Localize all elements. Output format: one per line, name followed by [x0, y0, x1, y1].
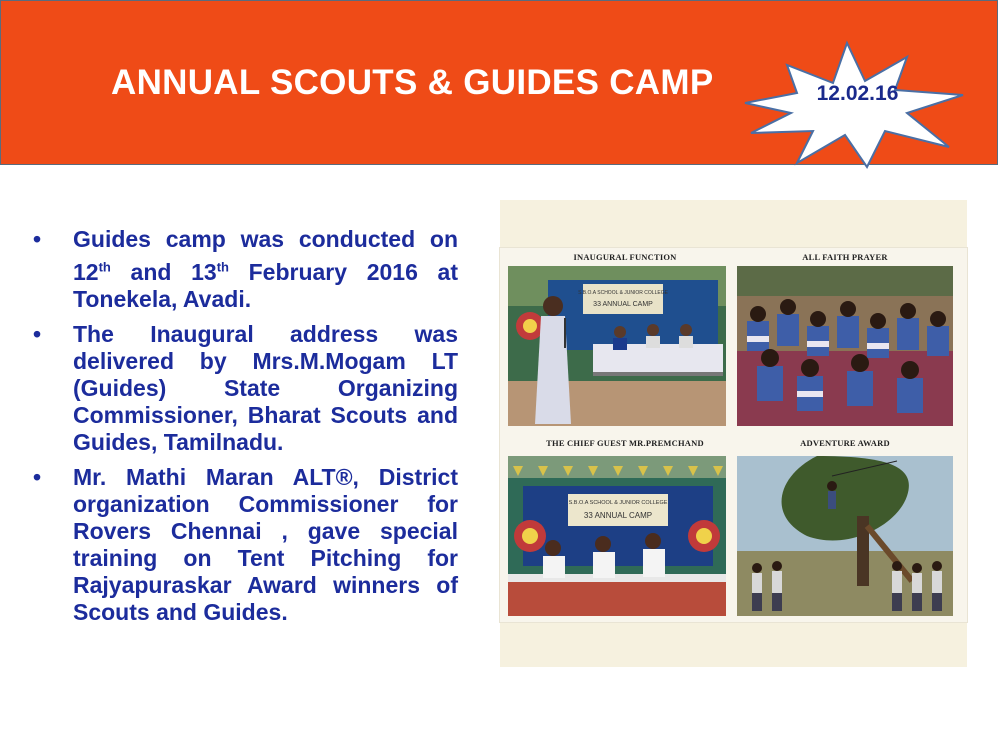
date-starburst [744, 40, 964, 169]
bullet-list: • Guides camp was conducted on 12th and … [30, 226, 458, 634]
banner-school-text-2: S.B.O.A SCHOOL & JUNIOR COLLEGE [569, 500, 668, 506]
date-label: 12.02.16 [816, 82, 899, 105]
bullet-item: • The Inaugural address was delivered by… [30, 321, 458, 456]
photo-collage: INAUGURAL FUNCTION ALL FAITH PRAYER THE … [500, 200, 967, 667]
bullet-dot: • [33, 226, 42, 252]
photo-inaugural-function: S.B.O.A SCHOOL & JUNIOR COLLEGE 33 ANNUA… [508, 266, 726, 426]
page-title: ANNUAL SCOUTS & GUIDES CAMP [111, 63, 714, 102]
caption-chief-guest: THE CHIEF GUEST MR.PREMCHAND [546, 438, 704, 448]
bullet-text: Mr. Mathi Maran ALT®, District organizat… [73, 463, 458, 625]
bullet-dot: • [33, 320, 42, 347]
photo-chief-guest: S.B.O.A SCHOOL & JUNIOR COLLEGE 33 ANNUA… [508, 456, 726, 616]
bullet-item: • Guides camp was conducted on 12th and … [30, 226, 458, 313]
bullet-item: • Mr. Mathi Maran ALT®, District organiz… [30, 464, 458, 626]
caption-inaugural: INAUGURAL FUNCTION [573, 252, 677, 262]
banner-camp-text: 33 ANNUAL CAMP [593, 301, 653, 308]
bullet-dot: • [33, 463, 42, 490]
bullet-text: Guides camp was conducted on 12th and 13… [73, 226, 458, 312]
banner-school-text: S.B.O.A SCHOOL & JUNIOR COLLEGE [578, 290, 669, 296]
banner-camp-text-2: 33 ANNUAL CAMP [584, 511, 652, 520]
caption-adventure: ADVENTURE AWARD [800, 438, 890, 448]
photo-adventure-award [737, 456, 953, 616]
caption-prayer: ALL FAITH PRAYER [802, 252, 888, 262]
bullet-text: The Inaugural address was delivered by M… [73, 320, 458, 455]
photo-all-faith-prayer [737, 266, 953, 426]
